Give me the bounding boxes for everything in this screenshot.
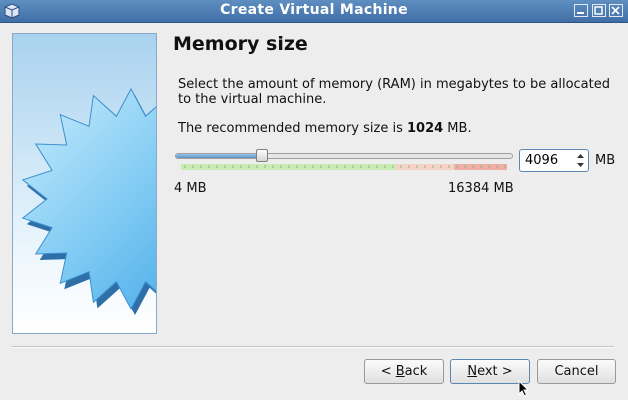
back-prefix: < bbox=[380, 364, 396, 379]
window-title: Create Virtual Machine bbox=[220, 2, 408, 18]
memory-spinbox[interactable] bbox=[519, 149, 589, 172]
memory-value-input[interactable] bbox=[520, 150, 575, 171]
close-icon[interactable] bbox=[609, 4, 623, 17]
memory-unit-label: MB bbox=[595, 153, 616, 168]
memory-slider-track[interactable] bbox=[175, 153, 513, 159]
memory-slider-handle[interactable] bbox=[256, 149, 269, 162]
starburst-graphic bbox=[21, 87, 156, 315]
wizard-side-image bbox=[12, 33, 157, 334]
button-separator bbox=[12, 346, 614, 348]
next-rest: ext > bbox=[477, 364, 513, 379]
max-memory-label: 16384 MB bbox=[448, 181, 514, 196]
recommended-prefix: The recommended memory size is bbox=[178, 121, 407, 136]
mouse-cursor-icon bbox=[518, 380, 530, 397]
maximize-icon[interactable] bbox=[592, 4, 606, 17]
spin-arrows-icon[interactable] bbox=[575, 152, 586, 169]
recommended-value: 1024 bbox=[406, 121, 444, 136]
next-mnemonic: N bbox=[467, 364, 478, 379]
minimize-icon[interactable] bbox=[574, 4, 588, 17]
description-text: Select the amount of memory (RAM) in meg… bbox=[178, 77, 610, 107]
back-button[interactable]: < Back bbox=[364, 359, 444, 384]
title-bar: Create Virtual Machine bbox=[0, 0, 628, 23]
back-mnemonic: B bbox=[395, 364, 405, 379]
recommended-memory-text: The recommended memory size is 1024 MB. bbox=[178, 121, 472, 136]
page-heading: Memory size bbox=[173, 33, 308, 55]
back-rest: ack bbox=[404, 364, 428, 379]
recommended-suffix: MB. bbox=[443, 121, 472, 136]
slider-ticks bbox=[184, 165, 506, 168]
min-memory-label: 4 MB bbox=[174, 181, 207, 196]
memory-slider-fill bbox=[176, 154, 264, 158]
cancel-button[interactable]: Cancel bbox=[537, 359, 616, 384]
